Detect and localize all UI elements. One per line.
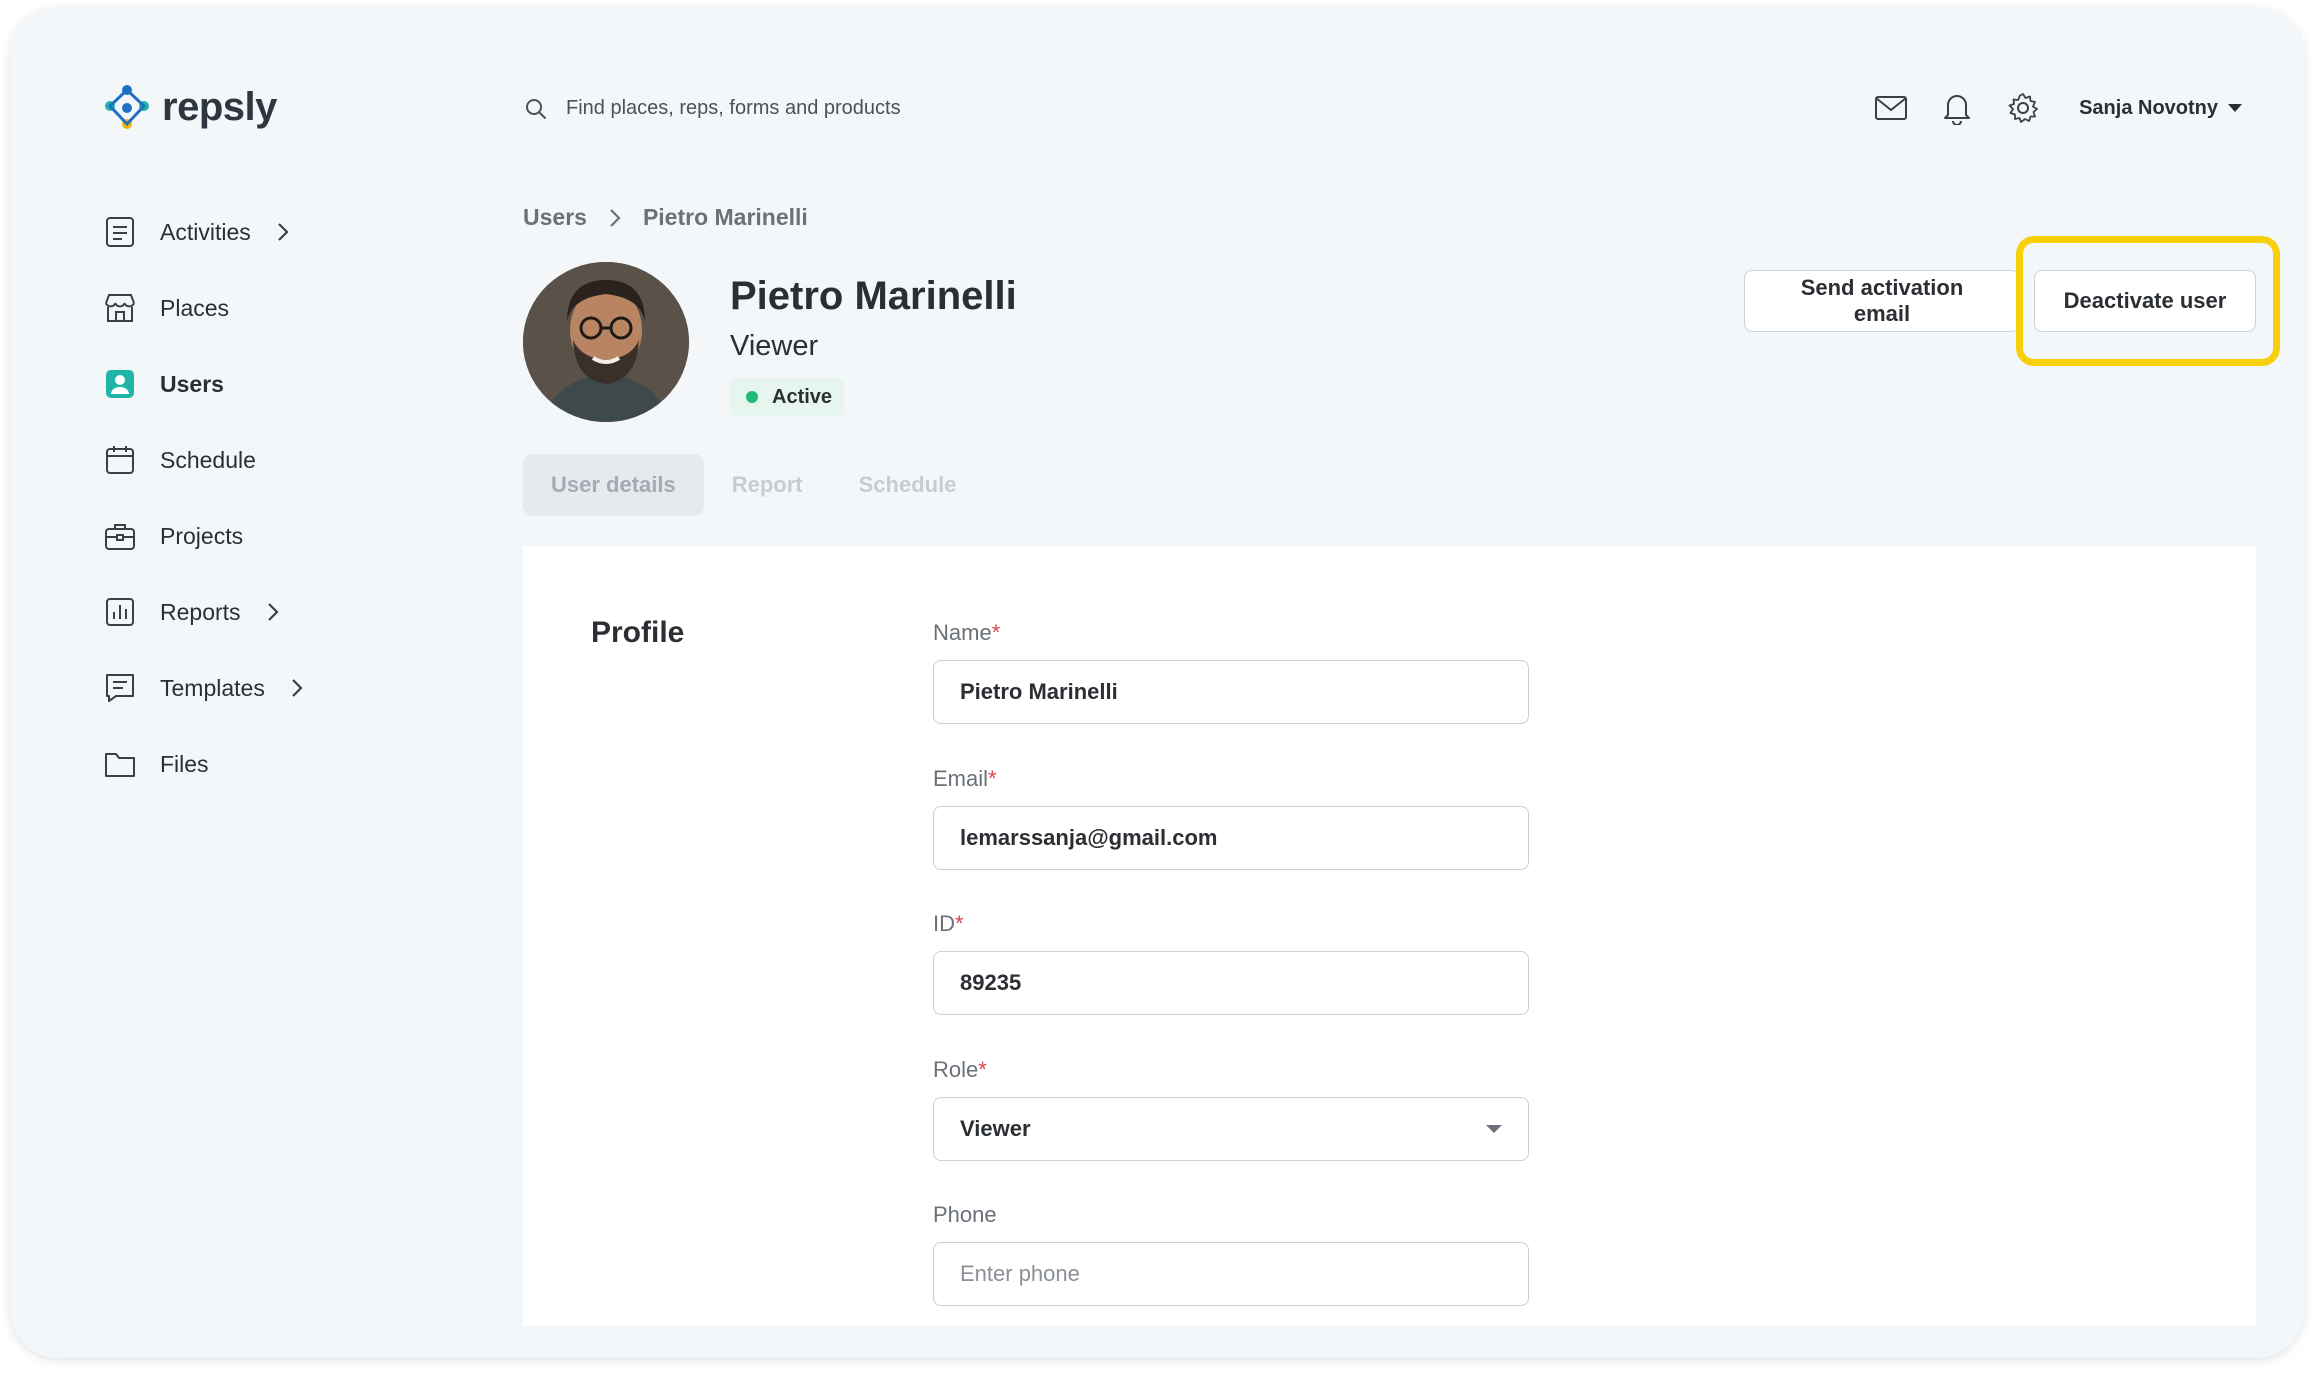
phone-input[interactable] [933, 1242, 1529, 1306]
search-icon [526, 98, 546, 119]
logo-mark-icon [105, 85, 149, 129]
email-label-text: Email [933, 766, 989, 791]
app-window: repsly Sanja N [10, 8, 2304, 1358]
user-photo [523, 262, 689, 422]
status-text: Active [772, 385, 833, 408]
user-menu-name: Sanja Novotny [2079, 96, 2218, 119]
search-input[interactable] [564, 96, 1064, 121]
chevron-down-icon [2228, 104, 2242, 112]
repsly-logo[interactable]: repsly [102, 84, 277, 130]
breadcrumb: Users Pietro Marinelli [523, 204, 808, 231]
id-label: ID* [933, 911, 1529, 937]
id-input[interactable] [933, 951, 1529, 1015]
avatar [523, 262, 689, 422]
tab-user-details[interactable]: User details [523, 454, 704, 516]
sidebar-item-templates[interactable]: Templates [102, 650, 303, 726]
send-activation-email-button[interactable]: Send activation email [1744, 270, 2020, 332]
status-dot-icon [746, 391, 758, 403]
required-mark: * [978, 1057, 987, 1082]
sidebar: Activities Places Users Schedule Project… [102, 194, 303, 802]
bell-icon[interactable] [1939, 90, 1975, 126]
sidebar-item-projects[interactable]: Projects [102, 498, 303, 574]
user-menu[interactable]: Sanja Novotny [2079, 97, 2242, 120]
sidebar-item-users[interactable]: Users [102, 346, 303, 422]
sidebar-item-places[interactable]: Places [102, 270, 303, 346]
email-label: Email* [933, 766, 1529, 792]
tab-report[interactable]: Report [704, 454, 831, 516]
phone-field: Phone [933, 1202, 1529, 1306]
required-mark: * [955, 911, 964, 936]
briefcase-icon [102, 518, 138, 554]
role-select[interactable]: Viewer [933, 1097, 1529, 1161]
status-badge: Active [730, 378, 845, 416]
role-label-text: Role [933, 1057, 979, 1082]
breadcrumb-current: Pietro Marinelli [642, 204, 808, 230]
gear-icon[interactable] [2005, 90, 2041, 126]
id-label-text: ID [933, 911, 955, 936]
clipboard-icon [102, 214, 138, 250]
required-mark: * [988, 766, 997, 791]
sidebar-item-label: Projects [160, 522, 244, 549]
breadcrumb-users-link[interactable]: Users [523, 204, 587, 231]
name-field: Name* [933, 620, 1529, 724]
chevron-right-icon [610, 208, 621, 227]
sidebar-item-reports[interactable]: Reports [102, 574, 303, 650]
folder-icon [102, 746, 138, 782]
tab-schedule[interactable]: Schedule [831, 454, 985, 516]
page-title: Pietro Marinelli [730, 274, 1017, 318]
user-icon [102, 366, 138, 402]
chevron-right-icon [267, 602, 279, 622]
sidebar-item-label: Templates [160, 674, 265, 701]
name-label: Name* [933, 620, 1529, 646]
sidebar-item-label: Reports [160, 598, 241, 625]
mail-icon[interactable] [1873, 90, 1909, 126]
chevron-down-icon [1486, 1125, 1502, 1133]
brand-name: repsly [162, 84, 277, 129]
user-role: Viewer [730, 330, 819, 362]
required-mark: * [991, 620, 1001, 645]
sidebar-item-label: Users [160, 370, 224, 397]
role-field: Role* Viewer [933, 1057, 1529, 1161]
section-title-profile: Profile [591, 616, 685, 649]
sidebar-item-label: Activities [160, 218, 251, 245]
template-icon [102, 670, 138, 706]
sidebar-item-label: Files [160, 750, 209, 777]
email-field: Email* [933, 766, 1529, 870]
role-label: Role* [933, 1057, 1529, 1083]
chevron-right-icon [277, 222, 289, 242]
phone-label: Phone [933, 1202, 997, 1227]
chevron-right-icon [291, 678, 303, 698]
profile-tabs: User details Report Schedule [523, 454, 984, 516]
deactivate-user-button[interactable]: Deactivate user [2034, 270, 2256, 332]
calendar-icon [102, 442, 138, 478]
id-field: ID* [933, 911, 1529, 1015]
sidebar-item-activities[interactable]: Activities [102, 194, 303, 270]
sidebar-item-label: Places [160, 294, 230, 321]
sidebar-item-label: Schedule [160, 446, 256, 473]
name-label-text: Name [933, 620, 992, 645]
store-icon [102, 290, 138, 326]
topbar-actions: Sanja Novotny [1873, 90, 2242, 126]
name-input[interactable] [933, 660, 1529, 724]
user-details-card: Profile Name* Email* ID* Role* Viewer Ph… [523, 546, 2256, 1326]
role-select-value: Viewer [960, 1116, 1031, 1141]
global-search [524, 96, 1064, 121]
bar-chart-icon [102, 594, 138, 630]
sidebar-item-files[interactable]: Files [102, 726, 303, 802]
sidebar-item-schedule[interactable]: Schedule [102, 422, 303, 498]
email-input[interactable] [933, 806, 1529, 870]
